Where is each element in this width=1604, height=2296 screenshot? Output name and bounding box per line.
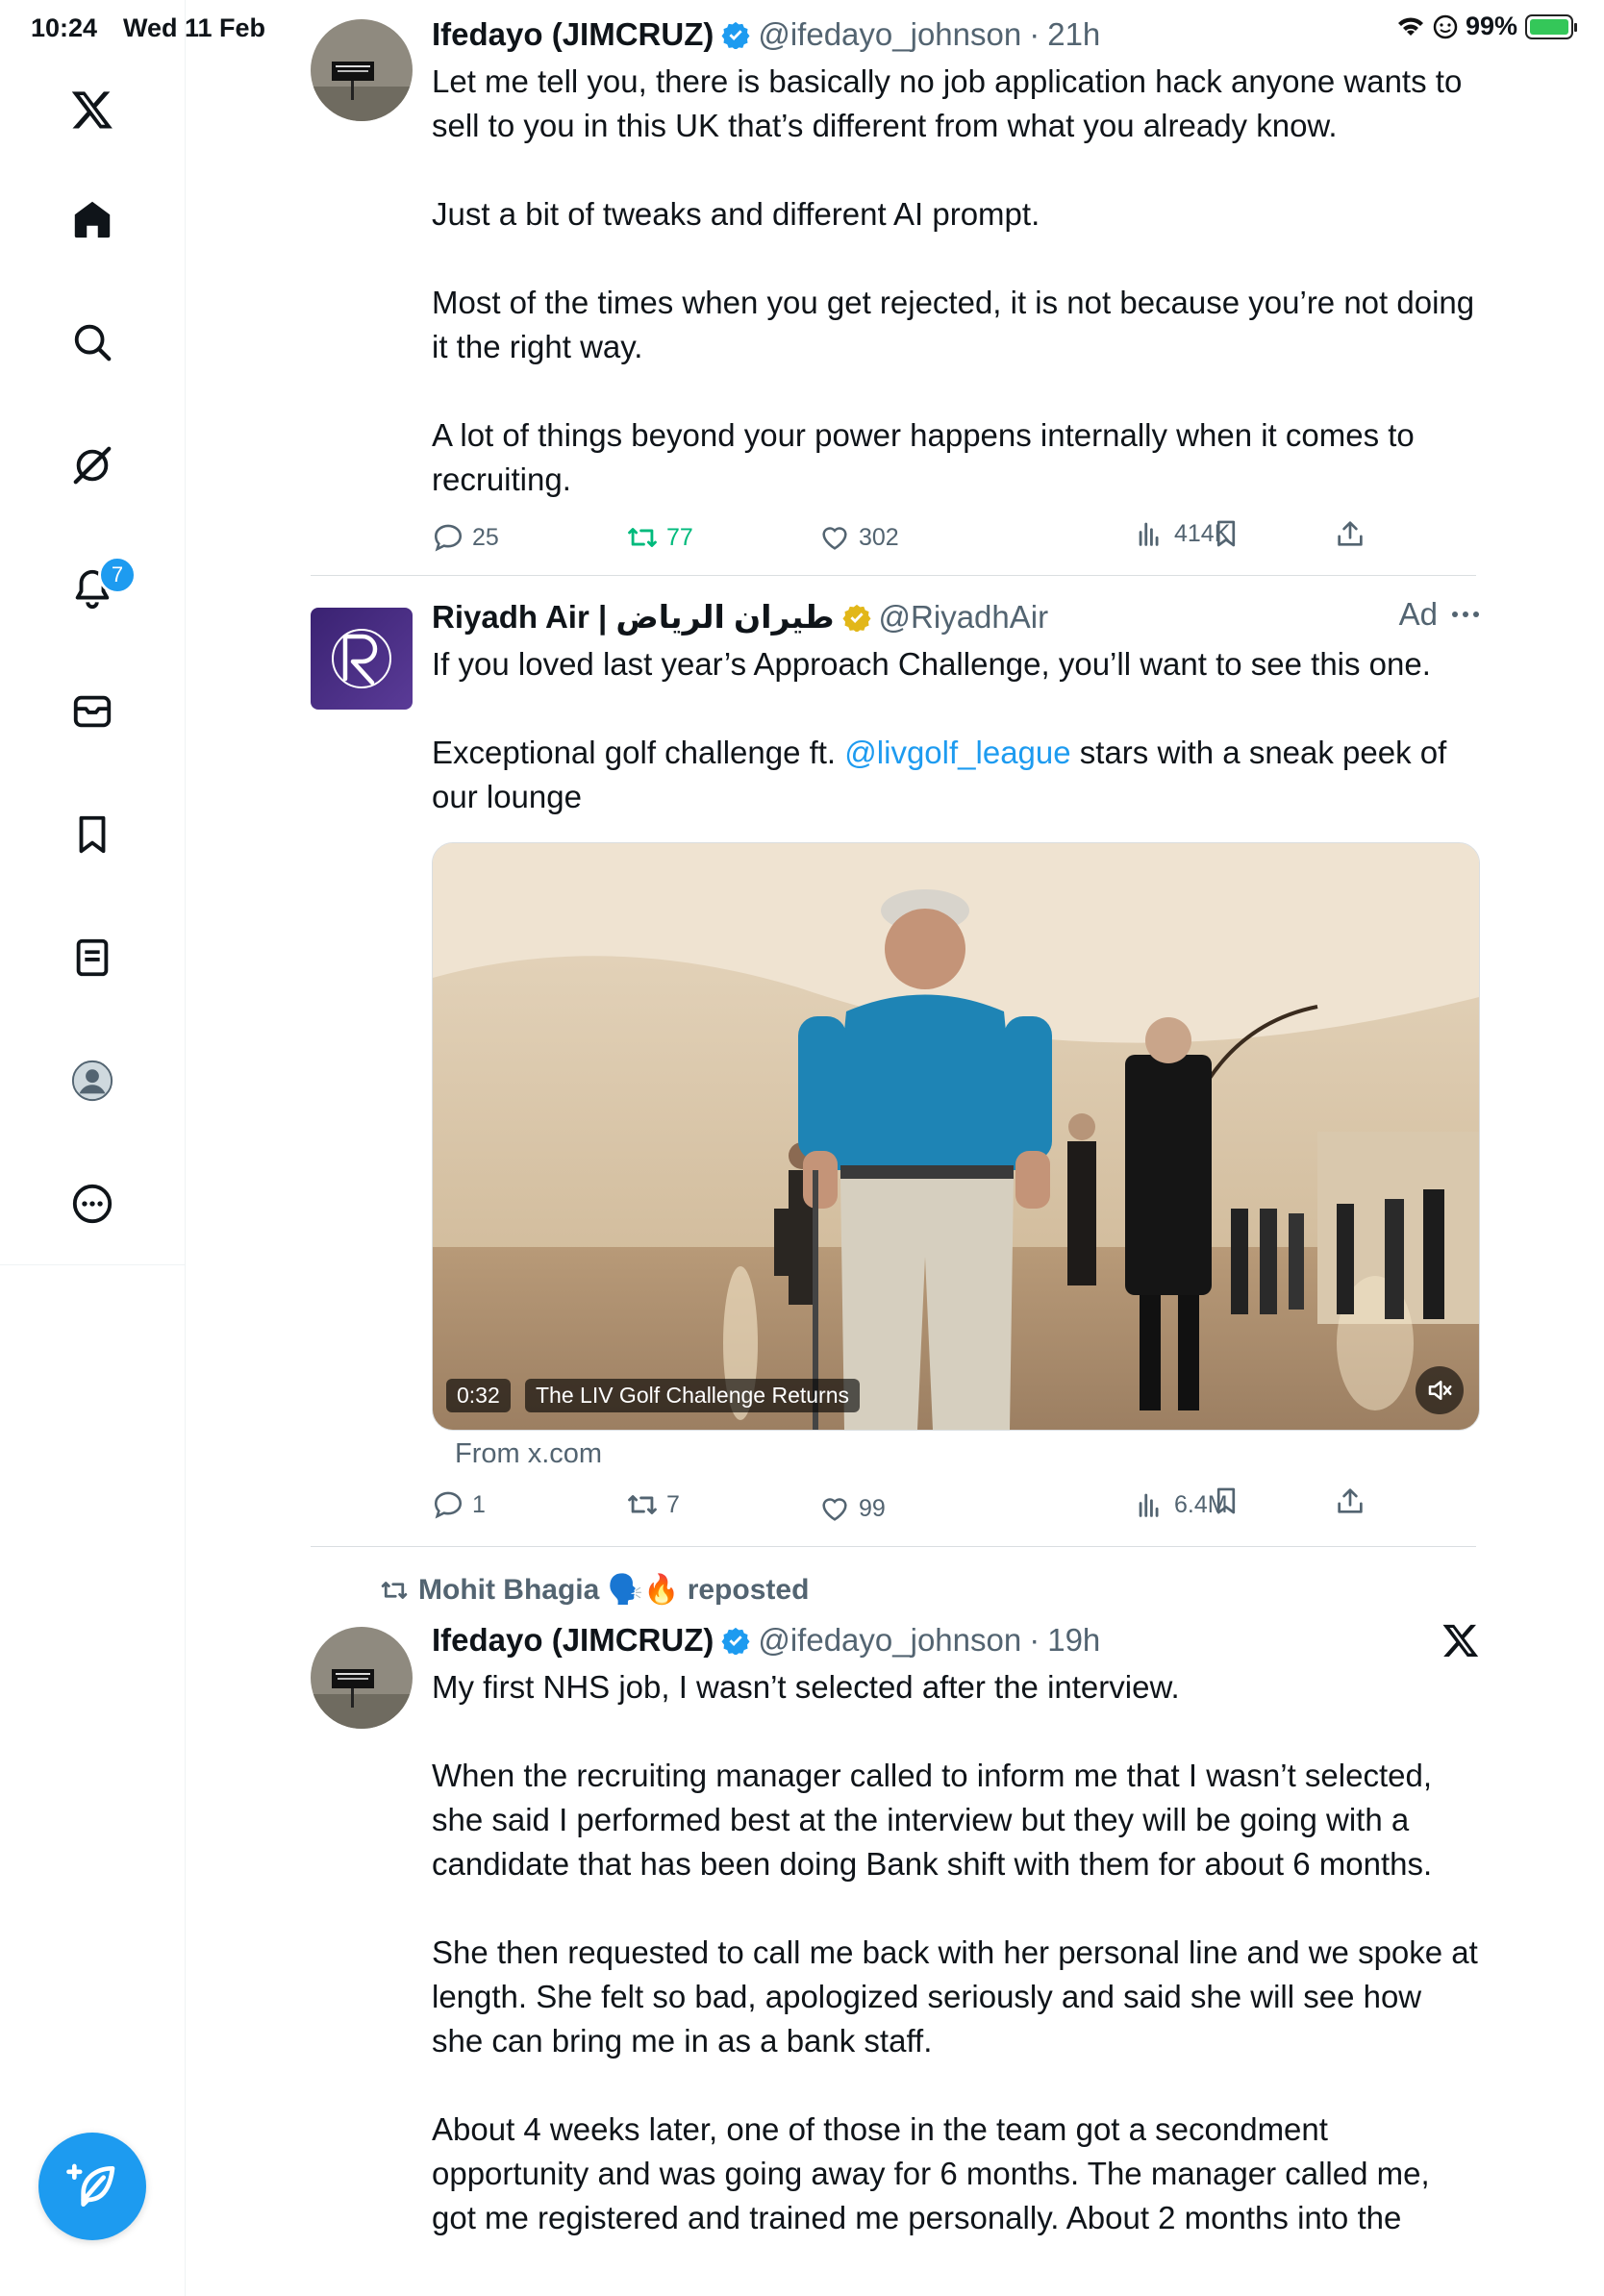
author-name[interactable]: Riyadh Air | طيران الرياض [432, 596, 835, 638]
text-span: Exceptional golf challenge ft. [432, 735, 845, 770]
tweet-paragraph: A lot of things beyond your power happen… [432, 417, 1415, 497]
reply-button[interactable]: 25 [432, 521, 499, 554]
source-link[interactable]: From x.com [455, 1438, 602, 1470]
share-button[interactable] [1334, 517, 1366, 550]
ad-label: Ad [1398, 596, 1438, 632]
x-logo-icon[interactable] [67, 85, 117, 135]
author-handle[interactable]: @ifedayo_johnson [758, 1619, 1021, 1661]
tweet-paragraph: My first NHS job, I wasn’t selected afte… [432, 1669, 1180, 1705]
tweet-text: If you loved last year’s Approach Challe… [432, 642, 1480, 819]
tweet-paragraph: When the recruiting manager called to in… [432, 1758, 1433, 1882]
bookmark-icon [1216, 520, 1236, 547]
tweet-divider [311, 575, 1476, 576]
ad-label-group: Ad [1399, 596, 1480, 633]
repost-icon [628, 1495, 657, 1514]
grok-icon[interactable] [67, 440, 117, 490]
share-icon [1338, 1488, 1363, 1513]
like-button[interactable]: 99 [818, 1492, 886, 1525]
video-duration: 0:32 [446, 1379, 511, 1412]
like-count: 302 [859, 523, 899, 551]
verified-badge-icon [721, 1627, 750, 1655]
author-handle[interactable]: @ifedayo_johnson [758, 13, 1021, 56]
tweet-paragraph: She then requested to call me back with … [432, 1934, 1478, 2059]
notifications-badge: 7 [98, 556, 137, 594]
reply-count: 1 [472, 1490, 486, 1518]
tweet-divider [311, 1546, 1476, 1547]
mute-button[interactable] [1416, 1366, 1464, 1414]
search-icon[interactable] [67, 317, 117, 367]
reply-icon [434, 524, 463, 552]
battery-icon [1525, 13, 1577, 39]
video-title: The LIV Golf Challenge Returns [525, 1379, 861, 1412]
timestamp[interactable]: 21h [1047, 13, 1100, 56]
repost-count: 77 [666, 523, 693, 551]
separator-dot: · [1029, 1622, 1040, 1658]
avatar[interactable] [311, 1627, 413, 1729]
tweet-header: Ifedayo (JIMCRUZ) @ifedayo_johnson · 21h [432, 13, 1480, 56]
video-frame [433, 843, 1479, 1430]
mention-link[interactable]: @livgolf_league [844, 735, 1070, 770]
repost-attribution-text[interactable]: Mohit Bhagia 🗣️🔥 reposted [418, 1573, 809, 1607]
repost-icon [381, 1581, 408, 1599]
reply-icon [434, 1491, 463, 1519]
sidebar: 7 [0, 0, 186, 2296]
verified-badge-icon [721, 21, 750, 49]
heart-icon [822, 527, 847, 550]
tweet-paragraph: About 4 weeks later, one of those in the… [432, 2111, 1430, 2235]
analytics-icon [1139, 522, 1159, 546]
gold-verified-badge-icon [842, 604, 871, 632]
tweet-paragraph: Let me tell you, there is basically no j… [432, 63, 1463, 143]
tweet-text: My first NHS job, I wasn’t selected afte… [432, 1665, 1480, 2240]
share-button[interactable] [1334, 1485, 1366, 1517]
author-handle[interactable]: @RiyadhAir [879, 596, 1049, 638]
heart-icon [822, 1498, 847, 1521]
more-options-icon[interactable] [1451, 610, 1480, 619]
compose-post-button[interactable] [38, 2133, 146, 2240]
tweet-paragraph: Exceptional golf challenge ft. @livgolf_… [432, 731, 1480, 819]
tweet-header: Riyadh Air | طيران الرياض @RiyadhAir [432, 596, 1480, 638]
repost-button[interactable]: 77 [626, 521, 693, 554]
bookmark-button[interactable] [1210, 1485, 1242, 1517]
tweet-text: Let me tell you, there is basically no j… [432, 60, 1480, 502]
repost-button[interactable]: 7 [626, 1488, 680, 1521]
grok-x-icon[interactable] [1441, 1621, 1480, 1660]
timestamp[interactable]: 19h [1047, 1619, 1100, 1661]
muted-speaker-icon [1428, 1381, 1452, 1400]
share-icon [1338, 521, 1363, 546]
reply-count: 25 [472, 523, 499, 551]
like-button[interactable]: 302 [818, 521, 899, 554]
author-name[interactable]: Ifedayo (JIMCRUZ) [432, 13, 714, 56]
bookmark-icon [1216, 1487, 1236, 1514]
lists-icon[interactable] [67, 933, 117, 983]
analytics-icon [1139, 1493, 1159, 1517]
profile-icon[interactable] [67, 1056, 117, 1106]
tweet-paragraph: Most of the times when you get rejected,… [432, 285, 1475, 364]
reply-button[interactable]: 1 [432, 1488, 486, 1521]
author-name[interactable]: Ifedayo (JIMCRUZ) [432, 1619, 714, 1661]
separator-dot: · [1029, 16, 1040, 52]
bookmark-button[interactable] [1210, 517, 1242, 550]
repost-icon [628, 528, 657, 547]
avatar[interactable] [311, 19, 413, 121]
repost-attribution[interactable]: Mohit Bhagia 🗣️🔥 reposted [380, 1573, 809, 1607]
messages-icon[interactable] [67, 686, 117, 736]
tweet-paragraph: Just a bit of tweaks and different AI pr… [432, 196, 1040, 232]
bookmarks-icon[interactable] [67, 810, 117, 860]
compose-feather-icon [66, 2163, 115, 2207]
home-icon[interactable] [67, 194, 117, 244]
sidebar-divider [0, 1264, 185, 1265]
repost-count: 7 [666, 1490, 680, 1518]
riyadh-air-logo[interactable] [311, 608, 413, 710]
tweet-header: Ifedayo (JIMCRUZ) @ifedayo_johnson · 19h [432, 1619, 1480, 1661]
video-player[interactable]: 0:32 The LIV Golf Challenge Returns [432, 842, 1480, 1431]
more-icon[interactable] [67, 1179, 117, 1229]
like-count: 99 [859, 1494, 886, 1522]
tweet-paragraph: If you loved last year’s Approach Challe… [432, 646, 1431, 682]
